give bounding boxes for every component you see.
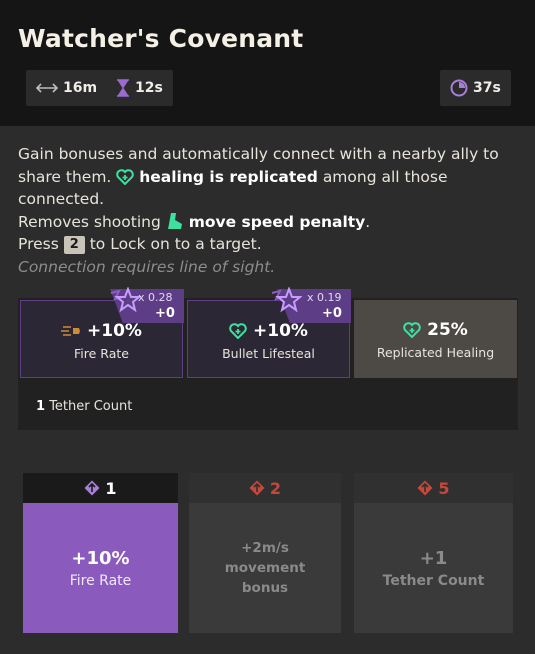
description-text: Press	[18, 235, 59, 253]
ability-header: Watcher's Covenant 16m 12s 37s	[0, 0, 535, 126]
hourglass-icon	[117, 79, 129, 97]
fire-rate-icon	[61, 326, 81, 336]
tier-label: Fire Rate	[69, 572, 132, 589]
tier-body: +10% Fire Rate	[23, 503, 178, 633]
ability-point-icon	[417, 480, 433, 496]
description-text: .	[365, 212, 371, 231]
cooldown-stat: 37s	[440, 70, 511, 106]
range-stat: 16m	[26, 70, 108, 106]
stat-label: Replicated Healing	[376, 345, 495, 360]
stat-fire-rate: x 0.28 +0 +10% Fire Rate	[20, 287, 184, 378]
keybind-badge: 2	[63, 236, 85, 254]
spirit-star-icon	[110, 287, 141, 313]
stat-label: Fire Rate	[74, 346, 129, 361]
ability-point-icon	[84, 480, 100, 496]
duration-stat: 12s	[106, 70, 173, 106]
description-text: Removes shooting	[18, 212, 161, 231]
heart-plus-icon	[116, 168, 135, 185]
heart-plus-icon	[403, 322, 421, 338]
ability-description: Gain bonuses and automatically connect w…	[18, 143, 523, 278]
tier-body: +2m/s movement bonus	[189, 503, 341, 633]
cooldown-icon	[450, 79, 468, 97]
spirit-star-icon	[271, 287, 302, 313]
scaling-multiplier: x 0.19	[307, 291, 342, 304]
stat-value: +10%	[87, 321, 142, 341]
description-note: Connection requires line of sight.	[18, 257, 276, 276]
range-value: 16m	[63, 80, 98, 96]
tether-count: 1 Tether Count	[36, 399, 132, 414]
scaling-multiplier: x 0.28	[138, 291, 173, 304]
tier-label: +2m/s movement bonus	[224, 540, 306, 596]
stat-value-row: +10%	[188, 321, 349, 341]
ability-point-icon	[249, 480, 265, 496]
ability-title: Watcher's Covenant	[18, 24, 304, 53]
stat-bullet-lifesteal: x 0.19 +0 +10% Bullet Lifesteal	[187, 287, 351, 378]
tier-cost-value: 2	[269, 478, 282, 498]
description-text: to Lock on to a target.	[89, 235, 262, 253]
duration-value: 12s	[135, 80, 163, 96]
tier-body: +1 Tether Count	[354, 503, 513, 633]
tier-cost: 1	[23, 473, 178, 503]
upgrade-tier-1[interactable]: 1 +10% Fire Rate	[23, 473, 178, 633]
tether-count-value: 1	[36, 399, 46, 414]
tier-cost-value: 1	[105, 478, 117, 498]
tier-cost: 5	[354, 473, 513, 503]
tier-value: +1	[419, 547, 448, 569]
tether-count-label: Tether Count	[49, 399, 133, 414]
heart-plus-icon	[229, 323, 247, 339]
tier-label: Tether Count	[382, 572, 485, 589]
description-highlight: move speed penalty	[188, 212, 366, 231]
stat-value-row: +10%	[21, 321, 182, 341]
tier-cost-value: 5	[438, 478, 450, 498]
stat-replicated-healing: 25% Replicated Healing	[354, 300, 517, 378]
upgrade-tier-2[interactable]: 2 +2m/s movement bonus	[189, 473, 341, 633]
description-highlight: healing is replicated	[139, 167, 318, 186]
upgrade-tier-3[interactable]: 5 +1 Tether Count	[354, 473, 513, 633]
scaling-bonus: +0	[322, 306, 342, 321]
cooldown-value: 37s	[473, 80, 501, 96]
boot-icon	[167, 212, 182, 229]
tier-cost: 2	[189, 473, 341, 503]
range-arrows-icon	[36, 83, 58, 93]
stat-value: 25%	[427, 320, 468, 340]
stat-value-row: 25%	[354, 320, 517, 340]
stat-label: Bullet Lifesteal	[222, 346, 315, 361]
scaling-bonus: +0	[155, 306, 175, 321]
tier-value: +10%	[71, 547, 130, 569]
stat-value: +10%	[253, 321, 308, 341]
